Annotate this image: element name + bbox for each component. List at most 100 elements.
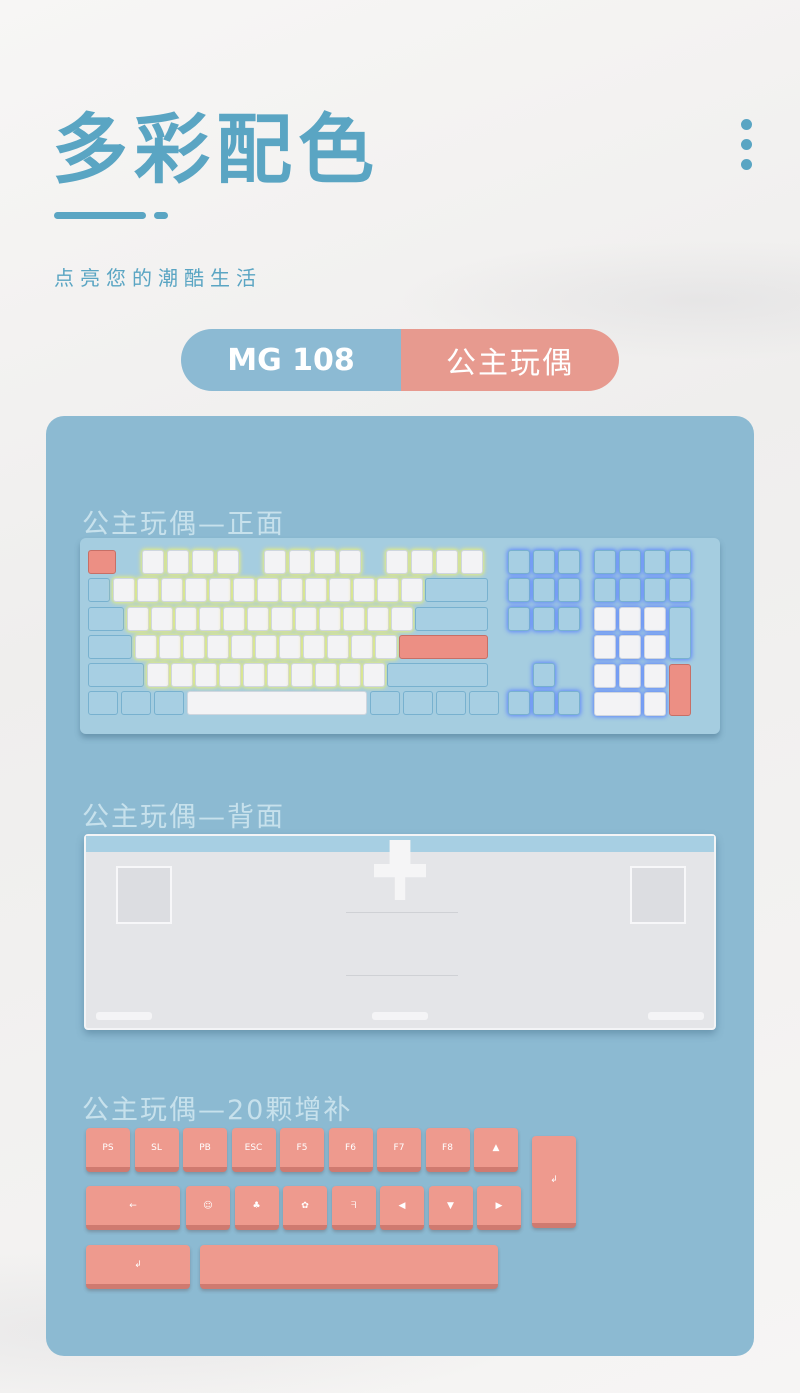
keycap bbox=[669, 664, 691, 716]
keycap bbox=[329, 578, 351, 602]
keycap bbox=[508, 607, 530, 631]
color-scheme-tab[interactable]: 公主玩偶 bbox=[401, 329, 619, 391]
keycap bbox=[291, 663, 313, 687]
extra-keycap: ▲ bbox=[474, 1128, 518, 1172]
keycap bbox=[199, 607, 221, 631]
keycap bbox=[167, 550, 189, 574]
keycap bbox=[295, 607, 317, 631]
more-menu-icon[interactable] bbox=[741, 119, 755, 179]
rubber-foot bbox=[648, 1012, 704, 1020]
keycap bbox=[137, 578, 159, 602]
keycap bbox=[619, 550, 641, 574]
keycap bbox=[88, 550, 116, 574]
keycap bbox=[669, 607, 691, 659]
title-underline-dot bbox=[154, 212, 168, 219]
product-panel: 公主玩偶—正面 公主玩偶—背面 公主玩偶—20颗增补 PS SL PB ESC F5 F6… bbox=[46, 416, 754, 1356]
extra-keycap: F5 bbox=[280, 1128, 324, 1172]
keycap bbox=[386, 550, 408, 574]
keycap bbox=[207, 635, 229, 659]
extra-keycap: ☺ bbox=[186, 1186, 230, 1230]
keycap bbox=[247, 607, 269, 631]
keycap bbox=[558, 578, 580, 602]
keycap bbox=[314, 550, 336, 574]
keycap bbox=[669, 550, 691, 574]
keycap bbox=[644, 578, 666, 602]
keycap bbox=[315, 663, 337, 687]
extra-keycap: F6 bbox=[328, 1128, 373, 1172]
keycap bbox=[209, 578, 231, 602]
keycap bbox=[594, 606, 616, 631]
extra-keycap: SL bbox=[134, 1128, 179, 1172]
page-subtitle: 点亮您的潮酷生活 bbox=[54, 266, 262, 290]
keycap bbox=[219, 663, 241, 687]
keycap bbox=[192, 550, 214, 574]
keycap bbox=[370, 691, 400, 715]
title-underline bbox=[54, 212, 146, 219]
keycap bbox=[644, 635, 666, 659]
keycap bbox=[594, 550, 616, 574]
extra-keycap: ✿ bbox=[283, 1186, 327, 1230]
keycap bbox=[508, 691, 530, 715]
keycap bbox=[183, 635, 205, 659]
keycap bbox=[243, 663, 265, 687]
keyboard-back-image bbox=[84, 834, 716, 1030]
keycap bbox=[533, 550, 555, 574]
keycap bbox=[159, 635, 181, 659]
keycap bbox=[644, 606, 666, 631]
keycap bbox=[154, 691, 184, 715]
keycap bbox=[461, 550, 483, 574]
keycap bbox=[375, 635, 397, 659]
keycap bbox=[171, 663, 193, 687]
keycap bbox=[135, 635, 157, 659]
keycap bbox=[327, 635, 349, 659]
keycap bbox=[644, 692, 666, 716]
keycap bbox=[669, 578, 691, 602]
keycap bbox=[147, 663, 169, 687]
keycap bbox=[255, 635, 277, 659]
keycap bbox=[88, 578, 110, 602]
keycap bbox=[387, 663, 488, 687]
keycap bbox=[558, 550, 580, 574]
extra-keycap: PS bbox=[86, 1128, 130, 1172]
extra-keycap: PB bbox=[183, 1128, 227, 1172]
keycap bbox=[436, 691, 466, 715]
extra-keycap: ← bbox=[86, 1186, 180, 1230]
extra-keycap: ▼ bbox=[428, 1186, 473, 1230]
keycap bbox=[339, 550, 361, 574]
keycap bbox=[303, 635, 325, 659]
keycap bbox=[411, 550, 433, 574]
keycap bbox=[113, 578, 135, 602]
keycap bbox=[436, 550, 458, 574]
keycap bbox=[271, 607, 293, 631]
keycap bbox=[343, 607, 365, 631]
keycap bbox=[264, 550, 286, 574]
keycap bbox=[558, 607, 580, 631]
keycap bbox=[363, 663, 385, 687]
keycap bbox=[415, 607, 488, 631]
keycap bbox=[403, 691, 433, 715]
keycap bbox=[377, 578, 399, 602]
label-area bbox=[346, 912, 458, 976]
keycap bbox=[367, 607, 389, 631]
page-title: 多彩配色 bbox=[52, 105, 380, 194]
keycap bbox=[231, 635, 253, 659]
keycap bbox=[127, 607, 149, 631]
keycap bbox=[619, 606, 641, 631]
rubber-foot bbox=[372, 1012, 428, 1020]
color-switcher: MG 108 公主玩偶 bbox=[181, 329, 619, 391]
keycap bbox=[533, 691, 555, 715]
kickstand-left bbox=[116, 866, 172, 924]
keycap bbox=[594, 635, 616, 659]
keycap bbox=[175, 607, 197, 631]
keycap bbox=[319, 607, 341, 631]
keycap bbox=[401, 578, 423, 602]
keycap bbox=[644, 550, 666, 574]
keycap bbox=[161, 578, 183, 602]
keycap bbox=[594, 692, 641, 716]
keycap bbox=[469, 691, 499, 715]
keycap bbox=[279, 635, 301, 659]
keycap bbox=[353, 578, 375, 602]
rubber-foot bbox=[96, 1012, 152, 1020]
keycap bbox=[619, 663, 641, 688]
model-tab[interactable]: MG 108 bbox=[181, 329, 401, 391]
